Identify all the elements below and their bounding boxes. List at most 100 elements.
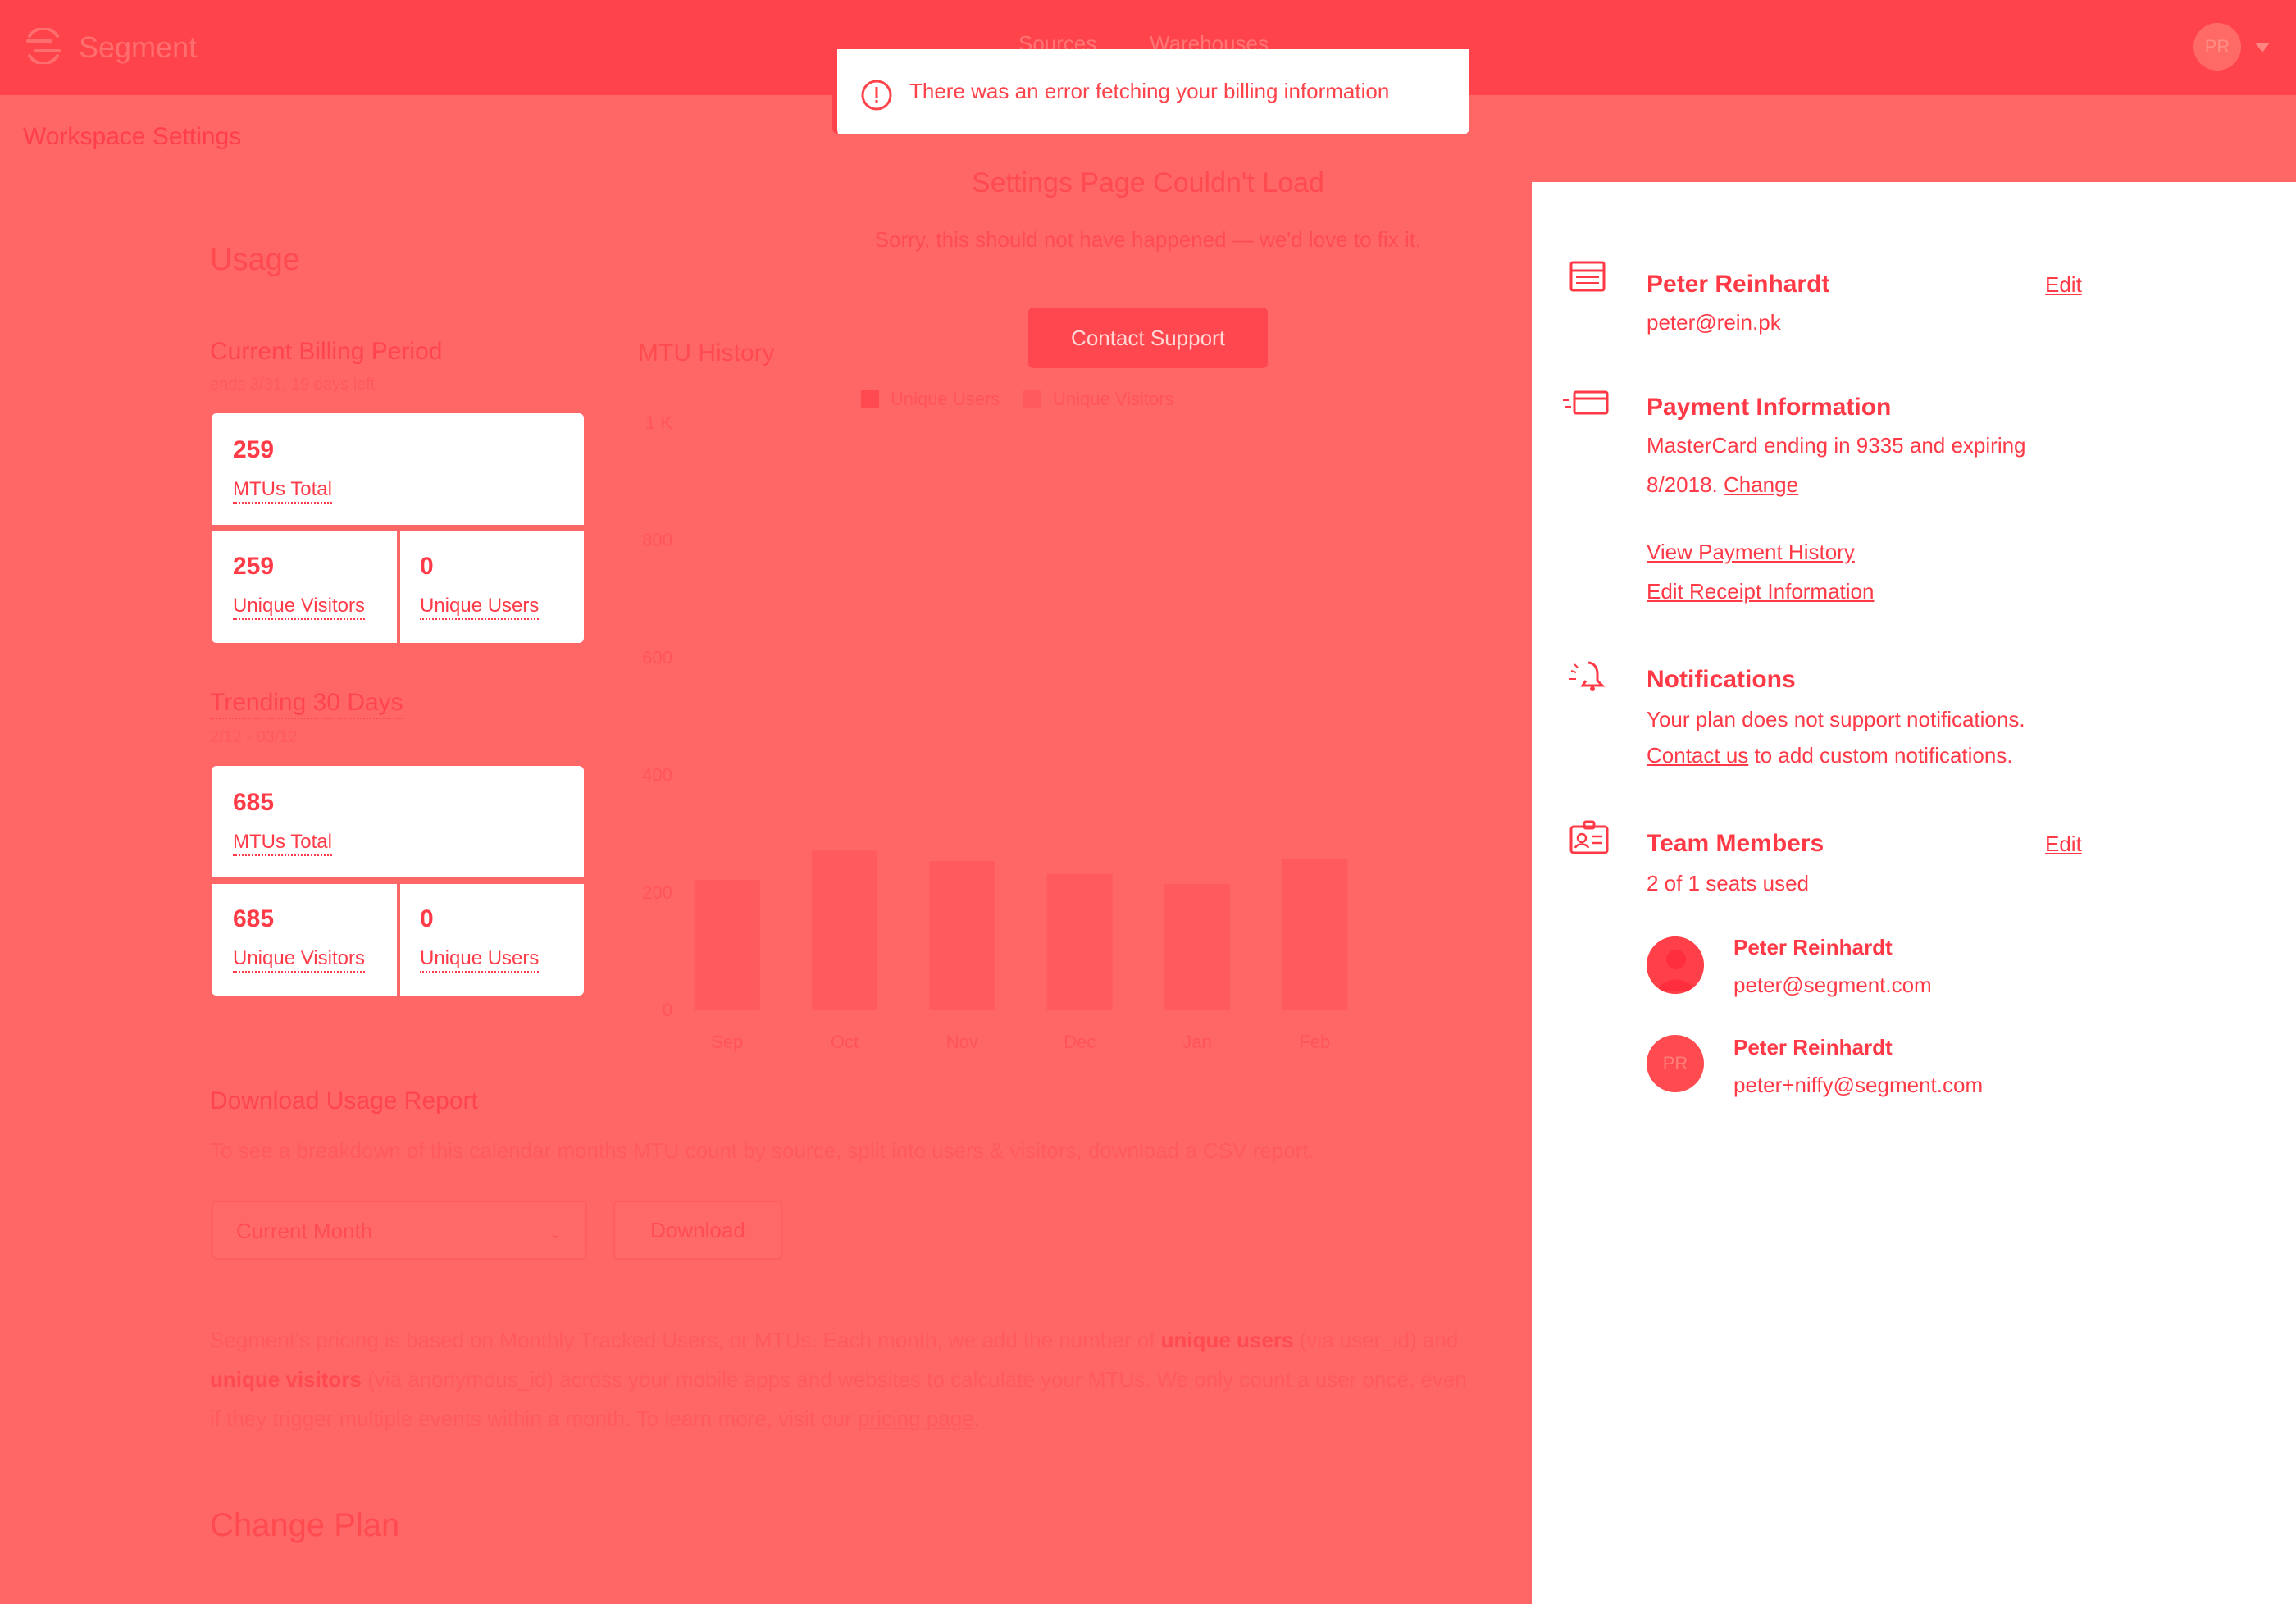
usage-heading: Usage bbox=[210, 243, 300, 277]
settings-panel: Peter Reinhardt Edit peter@rein.pk Payme… bbox=[1532, 182, 2296, 1604]
unique-users-value: 0 bbox=[420, 553, 434, 580]
member-photo-icon bbox=[1647, 936, 1704, 994]
bar-sep[interactable] bbox=[694, 880, 760, 1010]
current-billing-period-title: Current Billing Period bbox=[210, 338, 443, 365]
unique-users-label[interactable]: Unique Users bbox=[420, 594, 540, 620]
divider bbox=[212, 877, 584, 884]
bar-feb[interactable] bbox=[1282, 859, 1348, 1010]
bar-oct[interactable] bbox=[812, 850, 877, 1010]
contact-support-button[interactable]: Contact Support bbox=[1028, 308, 1268, 368]
unique-visitors-label[interactable]: Unique Visitors bbox=[233, 594, 365, 620]
unique-visitors-value: 685 bbox=[233, 905, 275, 932]
logo-text: Segment bbox=[79, 30, 198, 64]
legend-unique-users[interactable]: Unique Users bbox=[861, 389, 1000, 410]
x-tick-label: Oct bbox=[831, 1032, 859, 1052]
pricing-description: Segment's pricing is based on Monthly Tr… bbox=[210, 1328, 1467, 1431]
unique-users-value: 0 bbox=[420, 905, 434, 932]
mtu-history-chart: 0 200 400 600 800 1 K Sep Oct Nov Dec Jan Feb bbox=[642, 412, 1348, 1052]
legend-unique-visitors[interactable]: Unique Visitors bbox=[1023, 389, 1174, 410]
mtus-total-label[interactable]: MTUs Total bbox=[233, 830, 332, 856]
edit-receipt-link[interactable]: Edit Receipt Information bbox=[1647, 579, 1874, 604]
current-period-card: 259 MTUs Total 259 Unique Visitors 0 Uni… bbox=[212, 413, 584, 643]
view-payment-history-link[interactable]: View Payment History bbox=[1647, 540, 1855, 565]
unique-visitors-value: 259 bbox=[233, 553, 275, 580]
change-card-link[interactable]: Change bbox=[1724, 472, 1798, 497]
y-tick-label: 800 bbox=[642, 530, 672, 550]
change-plan-heading: Change Plan bbox=[210, 1507, 400, 1543]
error-subtitle: Sorry, this should not have happened — w… bbox=[874, 227, 1422, 252]
legend-swatch bbox=[1023, 390, 1041, 408]
mtus-total-label[interactable]: MTUs Total bbox=[233, 477, 332, 504]
x-tick-label: Nov bbox=[946, 1032, 978, 1052]
chevron-down-icon[interactable] bbox=[2255, 43, 2270, 52]
billing-period-subtitle: ends 3/31, 19 days left bbox=[210, 376, 376, 394]
member-email: peter@segment.com bbox=[1733, 973, 1932, 997]
bell-icon bbox=[1568, 658, 1609, 698]
mtus-total-cell: 259 MTUs Total bbox=[212, 413, 584, 525]
error-title: Settings Page Couldn't Load bbox=[972, 167, 1324, 198]
legend-label: Unique Users bbox=[891, 389, 1000, 409]
unique-users-label[interactable]: Unique Users bbox=[420, 946, 540, 973]
bar-dec[interactable] bbox=[1046, 873, 1113, 1010]
divider bbox=[397, 884, 400, 996]
account-email: peter@rein.pk bbox=[1647, 310, 1781, 335]
download-button[interactable]: Download bbox=[613, 1201, 782, 1260]
x-tick-label: Dec bbox=[1064, 1032, 1096, 1052]
payment-expiry-line: 8/2018. Change bbox=[1647, 472, 1799, 497]
month-select-value: Current Month bbox=[236, 1219, 373, 1243]
download-description: To see a breakdown of this calendar mont… bbox=[210, 1138, 1314, 1163]
account-name: Peter Reinhardt bbox=[1647, 271, 1830, 298]
user-avatar[interactable]: PR bbox=[2194, 23, 2241, 71]
credit-card-icon bbox=[1561, 389, 1610, 422]
legend-label: Unique Visitors bbox=[1053, 389, 1174, 409]
pricing-page-link[interactable]: pricing page bbox=[858, 1406, 974, 1431]
divider bbox=[212, 525, 584, 531]
account-card-icon bbox=[1569, 261, 1606, 298]
y-tick-label: 400 bbox=[642, 765, 672, 786]
x-tick-label: Jan bbox=[1182, 1032, 1211, 1052]
y-tick-label: 1 K bbox=[645, 412, 672, 433]
edit-account-link[interactable]: Edit bbox=[2045, 272, 2082, 298]
notifications-text: Your plan does not support notifications… bbox=[1647, 707, 2025, 731]
x-tick-label: Sep bbox=[711, 1032, 743, 1052]
page-title: Workspace Settings bbox=[23, 123, 242, 150]
mtus-total-value: 685 bbox=[233, 789, 275, 816]
notifications-contact-line: Contact us to add custom notifications. bbox=[1647, 743, 2013, 768]
mtus-total-value: 259 bbox=[233, 436, 275, 463]
segment-logo[interactable]: Segment bbox=[23, 25, 197, 71]
y-tick-label: 200 bbox=[642, 882, 672, 903]
member-email: peter+niffy@segment.com bbox=[1733, 1073, 1984, 1097]
bar-nov[interactable] bbox=[929, 861, 995, 1010]
divider bbox=[397, 531, 400, 643]
trending-subtitle: 2/12 - 03/12 bbox=[210, 728, 298, 746]
team-members-title: Team Members bbox=[1647, 830, 1824, 857]
notifications-title: Notifications bbox=[1647, 666, 1796, 693]
x-tick-label: Feb bbox=[1299, 1032, 1330, 1052]
member-name: Peter Reinhardt bbox=[1733, 935, 1893, 959]
chart-title: MTU History bbox=[638, 339, 775, 367]
contact-us-link[interactable]: Contact us bbox=[1647, 743, 1748, 768]
payment-card-text: MasterCard ending in 9335 and expiring bbox=[1647, 433, 2026, 458]
bar-jan[interactable] bbox=[1164, 884, 1230, 1010]
toast-message: There was an error fetching your billing… bbox=[909, 79, 1390, 103]
legend-swatch bbox=[861, 390, 879, 408]
alert-circle-icon bbox=[860, 79, 893, 116]
unique-visitors-label[interactable]: Unique Visitors bbox=[233, 946, 365, 973]
y-tick-label: 600 bbox=[642, 647, 672, 668]
chevron-down-icon: ⌄ bbox=[549, 1225, 563, 1242]
avatar: PR bbox=[1647, 1035, 1704, 1092]
seats-used-text: 2 of 1 seats used bbox=[1647, 871, 1810, 895]
edit-team-link[interactable]: Edit bbox=[2045, 832, 2082, 857]
team-badge-icon bbox=[1569, 820, 1609, 860]
trending-card: 685 MTUs Total 685 Unique Visitors 0 Uni… bbox=[212, 766, 584, 996]
y-tick-label: 0 bbox=[663, 1000, 672, 1020]
segment-logo-icon bbox=[23, 26, 64, 68]
mtus-total-cell: 685 MTUs Total bbox=[212, 766, 584, 877]
payment-title: Payment Information bbox=[1647, 394, 1892, 421]
avatar bbox=[1647, 936, 1704, 994]
trending-title[interactable]: Trending 30 Days bbox=[210, 689, 403, 719]
download-report-heading: Download Usage Report bbox=[210, 1087, 478, 1114]
month-select[interactable]: Current Month ⌄ bbox=[212, 1201, 587, 1260]
member-name: Peter Reinhardt bbox=[1733, 1035, 1893, 1059]
error-toast: There was an error fetching your billing… bbox=[832, 49, 1469, 134]
